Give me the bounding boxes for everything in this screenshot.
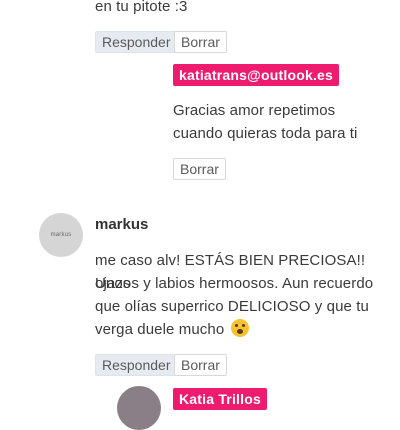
avatar-label: markus bbox=[50, 232, 72, 238]
comment-text-line: verga duele mucho bbox=[95, 318, 249, 341]
comment-author-name[interactable]: markus bbox=[95, 216, 148, 233]
comment-text-line: ojazos y labios hermoosos. Aun recuerdo bbox=[95, 275, 374, 292]
reply-button[interactable]: Responder bbox=[95, 31, 178, 53]
avatar: markus bbox=[39, 213, 83, 257]
comment-text-line: que olías superrico DELICIOSO y que tu bbox=[95, 298, 369, 315]
comment-author-badge[interactable]: katiatrans@outlook.es bbox=[173, 64, 340, 86]
drooling-face-icon bbox=[230, 319, 249, 337]
comment-text-line: cuando quieras toda para ti bbox=[173, 125, 358, 142]
avatar bbox=[110, 62, 154, 106]
comment-text: verga duele mucho bbox=[95, 321, 225, 338]
delete-button[interactable]: Borrar bbox=[174, 354, 227, 376]
delete-button[interactable]: Borrar bbox=[173, 158, 226, 180]
comment-author-badge[interactable]: Katia Trillos bbox=[173, 388, 267, 410]
reply-button[interactable]: Responder bbox=[95, 354, 178, 376]
delete-button[interactable]: Borrar bbox=[174, 31, 227, 53]
avatar bbox=[117, 386, 161, 430]
comment-text-line: en tu pitote :3 bbox=[95, 0, 188, 15]
comment-text-line: Gracias amor repetimos bbox=[173, 102, 336, 119]
